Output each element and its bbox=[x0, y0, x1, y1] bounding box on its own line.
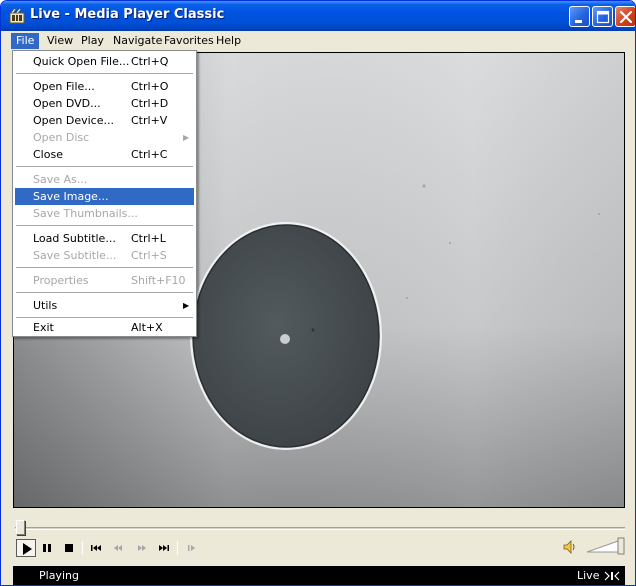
frame-step-icon bbox=[188, 545, 195, 551]
minimize-button[interactable] bbox=[569, 6, 590, 27]
pause-button[interactable] bbox=[37, 539, 57, 557]
menu-view[interactable]: View bbox=[42, 33, 78, 49]
menu-bar: File View Play Navigate Favorites Help bbox=[5, 31, 633, 51]
seek-bar[interactable] bbox=[15, 527, 625, 530]
close-button[interactable] bbox=[615, 6, 635, 27]
media-player-window: Live - Media Player Classic File View Pl… bbox=[0, 0, 636, 586]
menu-item-load-subtitle[interactable]: Load Subtitle... Ctrl+L bbox=[15, 230, 194, 247]
toolbar-separator bbox=[82, 541, 83, 555]
fast-forward-icon bbox=[138, 545, 146, 551]
menu-favorites[interactable]: Favorites bbox=[159, 33, 219, 49]
close-icon bbox=[619, 10, 633, 24]
rewind-icon bbox=[114, 545, 122, 551]
play-button[interactable] bbox=[16, 539, 36, 557]
menu-play[interactable]: Play bbox=[76, 33, 109, 49]
volume-icon[interactable] bbox=[562, 539, 578, 555]
menu-separator bbox=[16, 73, 193, 75]
stop-button[interactable] bbox=[59, 539, 79, 557]
menu-item-save-thumbnails: Save Thumbnails... bbox=[33, 207, 138, 220]
menu-separator bbox=[16, 225, 193, 227]
menu-item-open-file[interactable]: Open File... Ctrl+O bbox=[15, 78, 194, 95]
status-bar: Playing Live bbox=[13, 566, 625, 585]
title-bar[interactable]: Live - Media Player Classic bbox=[1, 1, 635, 31]
live-signal-icon bbox=[604, 571, 620, 581]
menu-separator bbox=[16, 267, 193, 269]
menu-item-properties: Properties Shift+F10 bbox=[33, 274, 186, 287]
menu-file[interactable]: File bbox=[11, 33, 40, 49]
menu-separator bbox=[16, 166, 193, 168]
skip-forward-button[interactable] bbox=[154, 539, 174, 557]
toolbar-separator bbox=[177, 541, 178, 555]
skip-forward-icon bbox=[159, 545, 169, 551]
menu-item-close[interactable]: Close Ctrl+C bbox=[15, 146, 194, 163]
skip-back-button[interactable] bbox=[87, 539, 107, 557]
minimize-icon bbox=[575, 20, 582, 23]
submenu-arrow-icon: ▶ bbox=[183, 133, 190, 142]
menu-item-save-subtitle: Save Subtitle... Ctrl+S bbox=[33, 249, 167, 262]
menu-item-open-device[interactable]: Open Device... Ctrl+V bbox=[15, 112, 194, 129]
window-title: Live - Media Player Classic bbox=[30, 7, 225, 22]
seek-thumb[interactable] bbox=[16, 520, 25, 535]
menu-item-exit[interactable]: Exit Alt+X bbox=[15, 319, 194, 336]
menu-help[interactable]: Help bbox=[211, 33, 246, 49]
menu-item-save-image[interactable]: Save Image... bbox=[15, 188, 194, 205]
menu-item-utils[interactable]: Utils ▶ bbox=[15, 297, 194, 314]
submenu-arrow-icon: ▶ bbox=[183, 301, 190, 310]
menu-item-save-as: Save As... bbox=[33, 173, 88, 186]
stop-icon bbox=[65, 544, 73, 552]
playback-status: Playing bbox=[39, 569, 79, 582]
skip-back-icon bbox=[91, 545, 101, 551]
maximize-icon bbox=[596, 10, 610, 24]
menu-item-open-dvd[interactable]: Open DVD... Ctrl+D bbox=[15, 95, 194, 112]
maximize-button[interactable] bbox=[592, 6, 613, 27]
playback-controls bbox=[5, 508, 633, 560]
rewind-button bbox=[109, 539, 129, 557]
source-label: Live bbox=[577, 569, 600, 582]
menu-item-quick-open-file[interactable]: Quick Open File... Ctrl+Q bbox=[15, 53, 194, 70]
media-player-app-icon bbox=[9, 8, 25, 24]
fast-forward-button bbox=[132, 539, 152, 557]
file-menu-dropdown: Quick Open File... Ctrl+Q Open File... C… bbox=[12, 50, 197, 337]
frame-step-button bbox=[182, 539, 202, 557]
menu-item-open-disc: Open Disc ▶ bbox=[33, 131, 190, 144]
pause-icon bbox=[43, 544, 51, 552]
volume-slider[interactable] bbox=[585, 534, 627, 558]
menu-separator bbox=[16, 292, 193, 294]
play-icon bbox=[23, 543, 32, 555]
